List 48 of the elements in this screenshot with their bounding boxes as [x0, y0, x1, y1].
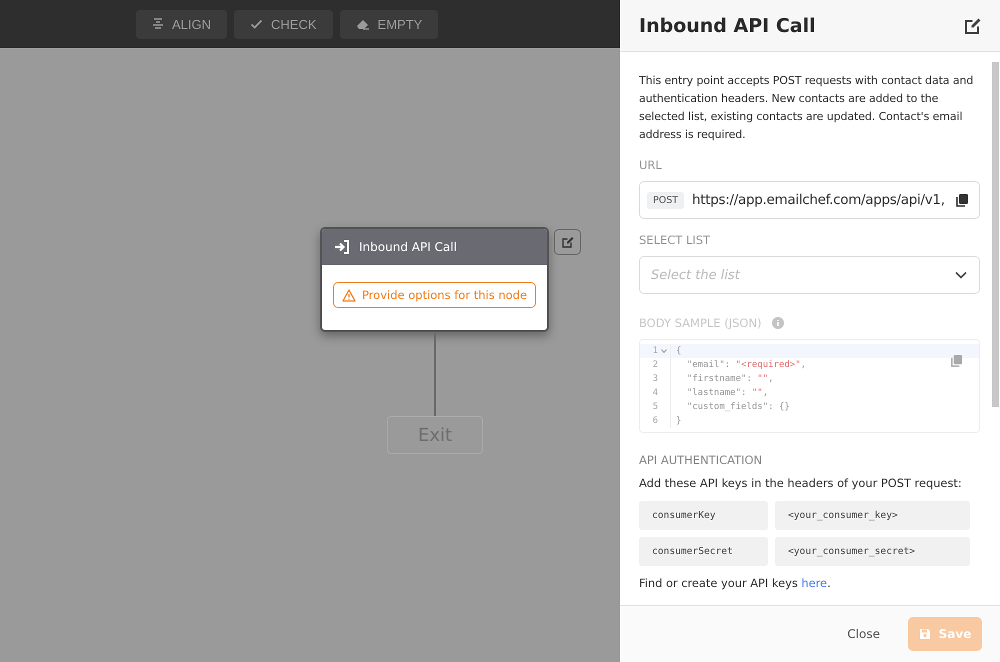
- save-icon: [918, 628, 931, 640]
- section-label: API AUTHENTICATION: [639, 453, 764, 467]
- copy-icon[interactable]: [955, 192, 969, 208]
- toolbar-button[interactable]: EMPTY: [340, 10, 438, 38]
- line-number: 6: [652, 416, 658, 426]
- warning-icon: [342, 288, 356, 302]
- node-title: Inbound API Call: [359, 240, 457, 254]
- api-keys-hint: Find or create your API keys here.: [639, 576, 832, 590]
- close-button[interactable]: Close: [841, 626, 886, 642]
- code-line: }: [676, 416, 682, 426]
- description-text: This entry point accepts POST requests with contact data and authentication headers. New contacts are added to the selected list, existing contacts are updated. Contact's email address is required.: [639, 73, 974, 143]
- line-number: 1: [652, 346, 658, 356]
- key-value-cell: <your_consumer_key>: [775, 501, 970, 530]
- edit-icon[interactable]: [964, 16, 982, 34]
- field-label: SELECT LIST: [639, 233, 712, 247]
- here-link[interactable]: here: [801, 576, 828, 590]
- chevron-down-icon: [955, 271, 967, 279]
- edit-button[interactable]: [554, 229, 581, 255]
- line-number: 4: [652, 388, 658, 398]
- line-number: 2: [652, 360, 658, 370]
- url-text: https://app.emailchef.com/apps/api/v1,: [692, 192, 946, 208]
- key-name-cell: consumerKey: [639, 501, 768, 530]
- method-tag: POST: [647, 192, 684, 208]
- code-line: "email": "<required>",: [686, 360, 806, 370]
- url-field[interactable]: POST https://app.emailchef.com/apps/api/v1,: [639, 181, 980, 219]
- field-label: URL: [639, 158, 663, 172]
- flow-node[interactable]: Inbound API Call Provide options for this node: [320, 227, 549, 332]
- auth-instructions: Add these API keys in the headers of your POST request:: [639, 476, 963, 490]
- code-line: "firstname": "",: [686, 374, 774, 384]
- code-line: "lastname": "",: [686, 388, 768, 398]
- warning-badge: Provide options for this node: [332, 282, 536, 308]
- key-name-cell: consumerSecret: [639, 537, 768, 566]
- code-editor[interactable]: 1 { 2 "email": "<required>", 3 "firstname": "", 4 "lastname": "", 5 "custom_fields": {} 6 }: [639, 339, 980, 433]
- line-number: 3: [652, 374, 658, 384]
- edit-icon: [562, 236, 574, 248]
- key-value-cell: <your_consumer_secret>: [775, 537, 970, 566]
- toolbar-button[interactable]: ALIGN: [136, 10, 228, 38]
- fold-icon[interactable]: [661, 349, 667, 353]
- code-line: {: [676, 346, 682, 356]
- sign-in-icon: [334, 240, 350, 254]
- info-icon[interactable]: [772, 317, 784, 329]
- panel-title: Inbound API Call: [639, 14, 816, 36]
- toolbar-button[interactable]: CHECK: [234, 10, 333, 38]
- align-icon: [152, 18, 164, 30]
- eraser-icon: [356, 18, 370, 30]
- code-line: "custom_fields": {}: [686, 402, 790, 412]
- line-number: 5: [652, 402, 658, 412]
- check-icon: [250, 18, 264, 30]
